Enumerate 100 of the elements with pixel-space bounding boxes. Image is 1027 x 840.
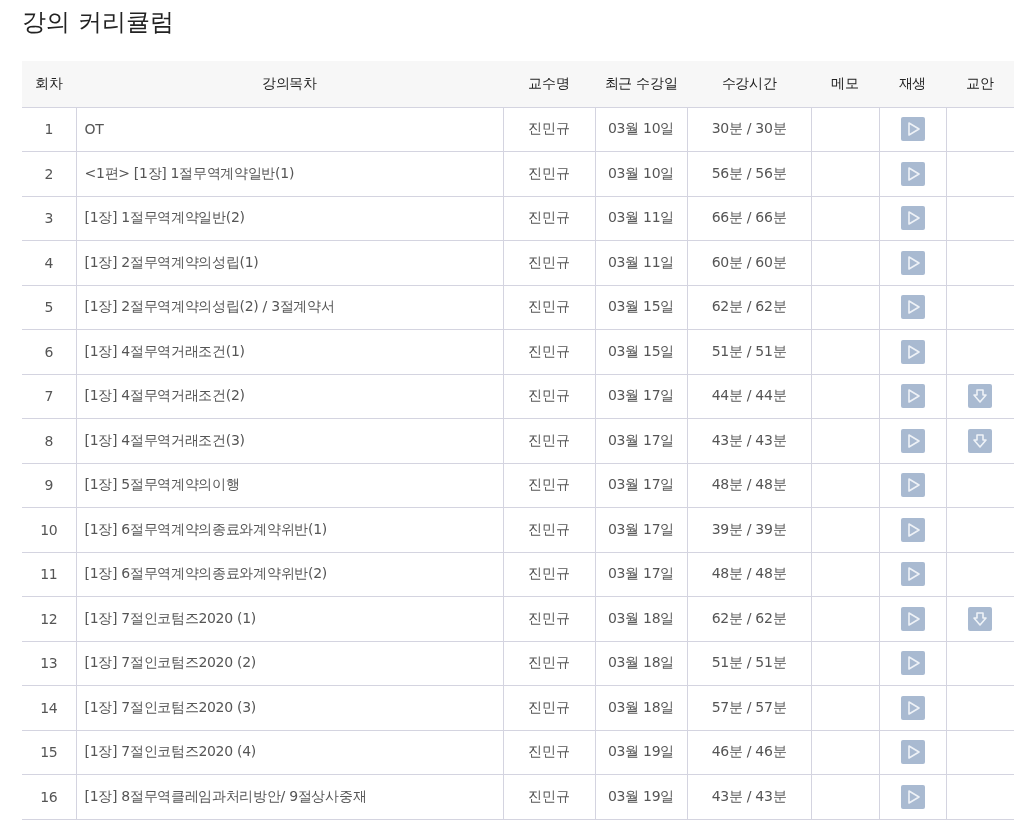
play-icon[interactable] [900,206,925,231]
table-cell: 9 [44,477,54,494]
play-icon[interactable] [900,295,925,320]
table-cell: 진민규 [528,476,570,493]
play-icon[interactable] [900,606,925,631]
table-cell: 60분 / 60분 [711,253,787,270]
table-cell: [1장] 4절무역거래조건(1) [84,342,245,359]
download-icon[interactable] [968,384,993,409]
table-cell: 51분 / 51분 [711,342,787,359]
table-cell: 44분 / 44분 [711,387,787,404]
table-cell: 진민규 [528,209,570,226]
table-cell: [1장] 2절무역계약의성립(1) [84,253,259,270]
table-cell: 03월 10일 [608,120,674,137]
play-icon[interactable] [900,339,925,364]
table-cell: 03월 19일 [608,743,674,760]
table-cell: 6 [44,343,54,360]
table-cell: 03월 17일 [608,476,674,493]
table-cell: [1장] 5절무역계약의이행 [84,476,240,493]
table-cell: 4 [44,254,54,271]
table-cell: 진민규 [528,565,570,582]
table-cell: 진민규 [528,654,570,671]
table-cell: 13 [40,655,58,672]
play-icon[interactable] [900,250,925,275]
table-cell: [1장] 1절무역계약일반(2) [84,209,245,226]
table-cell: 14 [40,699,58,716]
table-cell: [1장] 7절인코텀즈2020 (3) [84,698,256,715]
table-cell: 66분 / 66분 [711,209,787,226]
download-icon[interactable] [968,428,993,453]
play-icon[interactable] [900,651,925,676]
table-cell: 03월 15일 [608,298,674,315]
table-cell: 03월 18일 [608,698,674,715]
column-header: 교안 [966,74,994,91]
table-cell: 8 [44,432,54,449]
table-cell: 43분 / 43분 [711,787,787,804]
table-cell: 2 [44,165,54,182]
table-cell: OT [84,121,104,138]
table-cell: 진민규 [528,298,570,315]
table-cell: 진민규 [528,342,570,359]
table-cell: 16 [40,788,58,805]
table-cell: 03월 15일 [608,342,674,359]
table-cell: [1장] 7절인코텀즈2020 (1) [84,609,256,626]
play-icon[interactable] [900,161,925,186]
table-cell: 3 [44,210,54,227]
table-cell: 진민규 [528,164,570,181]
table-cell: 03월 19일 [608,787,674,804]
column-header: 재생 [898,74,927,91]
table-cell: 진민규 [528,253,570,270]
table-cell: 10 [40,521,58,538]
play-icon[interactable] [900,784,925,809]
table-cell: 51분 / 51분 [711,654,787,671]
table-cell: 진민규 [528,520,570,537]
table-cell: 12 [40,610,58,627]
table-cell: 57분 / 57분 [711,698,787,715]
table-cell: 39분 / 39분 [711,520,787,537]
play-icon[interactable] [900,384,925,409]
table-cell: 진민규 [528,431,570,448]
table-cell: 11 [40,566,58,583]
table-cell: 46분 / 46분 [711,743,787,760]
table-cell: 48분 / 48분 [711,476,787,493]
table-cell: 03월 11일 [608,253,674,270]
table-cell: [1장] 2절무역계약의성립(2) / 3절계약서 [84,298,335,315]
table-cell: 03월 17일 [608,387,674,404]
table-cell: 56분 / 56분 [711,164,787,181]
download-icon[interactable] [968,606,993,631]
play-icon[interactable] [900,562,925,587]
table-cell: [1장] 4절무역거래조건(3) [84,431,245,448]
page-title: 강의 커리큘럼 [22,7,175,38]
table-cell: 03월 17일 [608,431,674,448]
column-header: 회차 [35,74,63,91]
play-icon[interactable] [900,740,925,765]
table-cell: 62분 / 62분 [711,609,787,626]
play-icon[interactable] [900,117,925,142]
table-cell: 03월 11일 [608,209,674,226]
table-cell: <1편> [1장] 1절무역계약일반(1) [84,164,295,181]
table-cell: 03월 18일 [608,609,674,626]
table-cell: [1장] 6절무역계약의종료와계약위반(1) [84,520,327,537]
table-cell: [1장] 8절무역클레임과처리방안/ 9절상사중재 [84,787,367,804]
table-cell: 7 [44,388,54,405]
column-header: 최근 수강일 [604,74,678,91]
table-cell: 진민규 [528,120,570,137]
table-cell: 03월 17일 [608,520,674,537]
play-icon[interactable] [900,473,925,498]
table-cell: 48분 / 48분 [711,565,787,582]
table-cell: 진민규 [528,698,570,715]
table-cell: 03월 10일 [608,164,674,181]
column-header: 강의목차 [262,74,317,91]
table-cell: 15 [40,744,58,761]
table-cell: 진민규 [528,387,570,404]
play-icon[interactable] [900,428,925,453]
column-header: 메모 [831,74,859,91]
table-cell: 진민규 [528,787,570,804]
table-cell: 03월 17일 [608,565,674,582]
table-cell: 5 [44,299,54,316]
column-header: 교수명 [528,74,570,91]
play-icon[interactable] [900,695,925,720]
table-cell: 30분 / 30분 [711,120,787,137]
play-icon[interactable] [900,517,925,542]
table-cell: 진민규 [528,743,570,760]
table-cell: [1장] 6절무역계약의종료와계약위반(2) [84,565,327,582]
table-cell: [1장] 7절인코텀즈2020 (2) [84,654,256,671]
